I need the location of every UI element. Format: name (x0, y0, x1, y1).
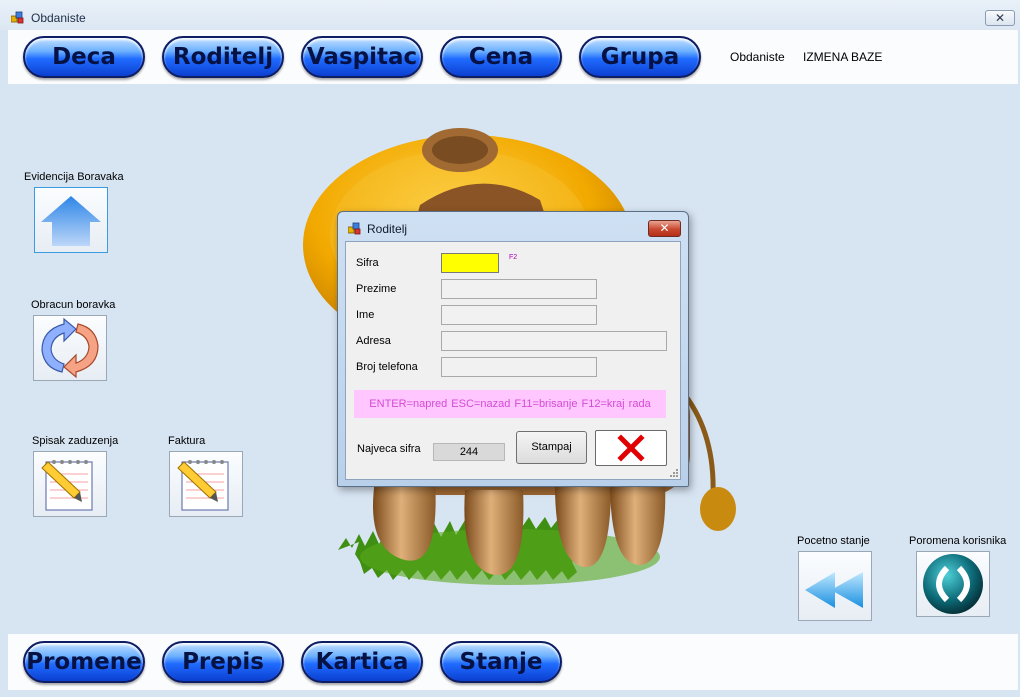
obracun-button[interactable] (33, 315, 107, 381)
roditelj-dialog: Roditelj ✕ Sifra F2 Prezime Ime Adresa B… (337, 211, 689, 487)
pocetno-label: Pocetno stanje (797, 535, 870, 547)
ime-label: Ime (356, 309, 375, 321)
close-x-button[interactable] (595, 430, 667, 466)
roditelj-button[interactable]: Roditelj (162, 36, 284, 78)
prezime-label: Prezime (356, 283, 397, 295)
hotkey-hints: ENTER=napred ESC=nazad F11=brisanje F12=… (354, 390, 666, 418)
kartica-button[interactable]: Kartica (301, 641, 423, 683)
stanje-button[interactable]: Stanje (440, 641, 562, 683)
rewind-icon (805, 572, 863, 608)
spisak-button[interactable] (33, 451, 107, 517)
dialog-app-icon (348, 222, 361, 235)
f2-hint: F2 (509, 254, 518, 261)
faktura-label: Faktura (168, 435, 206, 447)
dialog-body: Sifra F2 Prezime Ime Adresa Broj telefon… (345, 241, 681, 480)
resize-grip[interactable] (670, 469, 678, 477)
evidencija-button[interactable] (34, 187, 108, 253)
sifra-label: Sifra (356, 257, 379, 269)
adresa-input[interactable] (441, 331, 667, 351)
promene-button[interactable]: Promene (23, 641, 145, 683)
telefon-label: Broj telefona (356, 361, 418, 373)
evidencija-label: Evidencija Boravaka (24, 171, 124, 183)
dialog-title: Roditelj (367, 222, 408, 236)
obracun-label: Obracun boravka (31, 299, 116, 311)
app-label: Obdaniste (730, 50, 785, 64)
ime-input[interactable] (441, 305, 597, 325)
refresh-arrows-icon (41, 317, 99, 379)
mode-label: IZMENA BAZE (803, 50, 883, 64)
cena-button[interactable]: Cena (440, 36, 562, 78)
pocetno-stanje-button[interactable] (798, 551, 872, 621)
home-arrow-icon (41, 196, 101, 246)
prezime-input[interactable] (441, 279, 597, 299)
notepad-pencil-icon (41, 460, 93, 511)
red-x-icon (617, 434, 645, 462)
grupa-button[interactable]: Grupa (579, 36, 701, 78)
user-switch-icon (923, 554, 983, 614)
najveca-sifra-value: 244 (433, 443, 505, 461)
notepad-pencil-icon (177, 460, 229, 511)
deca-button[interactable]: Deca (23, 36, 145, 78)
prepis-button[interactable]: Prepis (162, 641, 284, 683)
window-titlebar: Obdaniste ✕ (0, 0, 1020, 30)
poromena-label: Poromena korisnika (909, 535, 1007, 547)
window-close-button[interactable]: ✕ (985, 10, 1015, 26)
dialog-close-button[interactable]: ✕ (648, 220, 681, 237)
spisak-label: Spisak zaduzenja (32, 435, 119, 447)
window-title: Obdaniste (31, 11, 86, 25)
sifra-input[interactable] (441, 253, 499, 273)
poromena-korisnika-button[interactable] (916, 551, 990, 617)
telefon-input[interactable] (441, 357, 597, 377)
najveca-sifra-label: Najveca sifra (357, 443, 421, 455)
adresa-label: Adresa (356, 335, 391, 347)
vaspitac-button[interactable]: Vaspitac (301, 36, 423, 78)
faktura-button[interactable] (169, 451, 243, 517)
stampaj-button[interactable]: Stampaj (516, 431, 587, 464)
window-app-icon (11, 11, 24, 24)
